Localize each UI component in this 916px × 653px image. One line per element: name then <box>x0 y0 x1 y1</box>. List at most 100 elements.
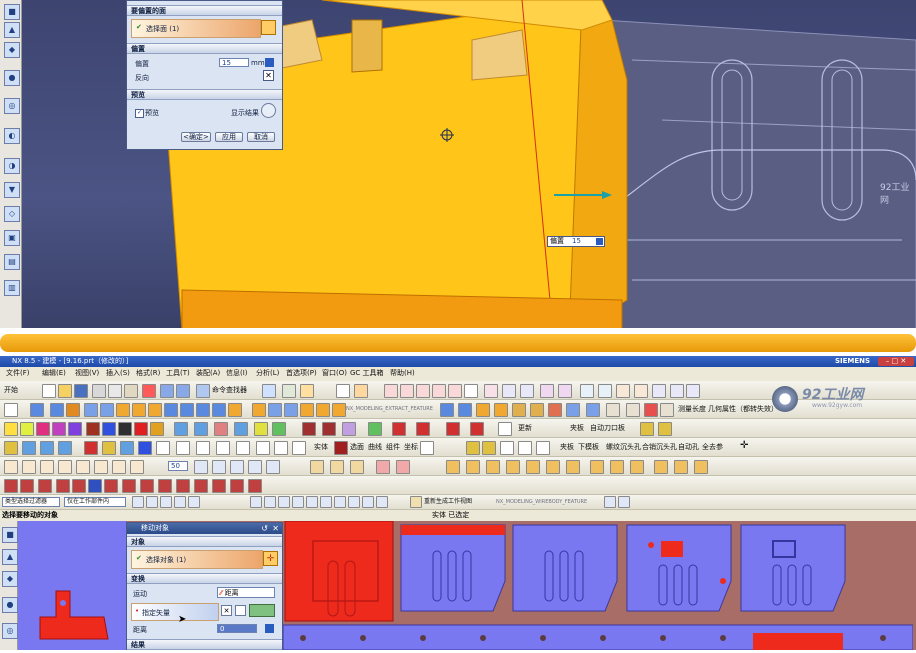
select-face-row[interactable]: ✔ 选择面 (1) <box>131 19 261 38</box>
curve-tool-1-icon[interactable] <box>4 460 18 474</box>
add-icon[interactable]: ✛ <box>740 440 748 452</box>
draw-tool-4-icon[interactable] <box>376 460 390 474</box>
revolve-icon[interactable] <box>50 403 64 417</box>
mold-tool-16-icon[interactable] <box>292 441 306 455</box>
draw-tool-2-icon[interactable] <box>330 460 344 474</box>
template-label[interactable]: 夹板 <box>570 422 584 434</box>
menu-file[interactable]: 文件(F) <box>6 367 30 380</box>
regen-view-label[interactable]: 重新生成工作视图 <box>424 496 472 508</box>
roles-icon[interactable]: ▼ <box>4 182 20 198</box>
paste-icon[interactable] <box>124 384 138 398</box>
curve-tool-7-icon[interactable] <box>112 460 126 474</box>
custom-tool-g-icon[interactable] <box>194 422 208 436</box>
custom-tool-s-icon[interactable] <box>470 422 484 436</box>
mold-tool-5-icon[interactable] <box>84 441 98 455</box>
arc-icon[interactable] <box>400 384 414 398</box>
custom-tool-c-icon[interactable] <box>118 422 132 436</box>
text-icon[interactable] <box>464 384 478 398</box>
custom-tool-k-icon[interactable] <box>272 422 286 436</box>
mold-std-1-icon[interactable] <box>446 460 460 474</box>
select-filter-1-icon[interactable] <box>132 496 144 508</box>
mold-std-10-icon[interactable] <box>630 460 644 474</box>
component-label[interactable]: 组件 <box>386 441 400 453</box>
history-icon[interactable]: ◐ <box>4 128 20 144</box>
point-icon[interactable] <box>580 384 594 398</box>
view-tool-2-icon[interactable] <box>212 460 226 474</box>
mold-std-13-icon[interactable] <box>694 460 708 474</box>
mold-std-7-icon[interactable] <box>566 460 580 474</box>
pattern-icon[interactable] <box>228 403 242 417</box>
part-tool-13-icon[interactable] <box>212 479 226 493</box>
part-tool-11-icon[interactable] <box>176 479 190 493</box>
snap-point-10-icon[interactable] <box>376 496 388 508</box>
coordinate-label[interactable]: 坐标 <box>404 441 418 453</box>
command-finder-icon[interactable] <box>196 384 210 398</box>
mirror-icon[interactable] <box>252 403 266 417</box>
project-curve-icon[interactable] <box>520 384 534 398</box>
snap-point-7-icon[interactable] <box>334 496 346 508</box>
replace-face-icon[interactable] <box>332 403 346 417</box>
mold-tool-6-icon[interactable] <box>102 441 116 455</box>
measure-length-label[interactable]: 测量长度 <box>678 403 706 415</box>
part-tool-3-icon[interactable] <box>38 479 52 493</box>
mold-std-3-icon[interactable] <box>486 460 500 474</box>
section-offset-header[interactable]: 偏置 <box>127 43 282 54</box>
linear-dim-icon[interactable] <box>606 403 620 417</box>
custom-tool-m-icon[interactable] <box>322 422 336 436</box>
assembly-navigator-icon[interactable]: ■ <box>4 4 20 20</box>
chamfer-icon[interactable] <box>164 403 178 417</box>
section-result-header[interactable]: 结果 <box>127 639 282 650</box>
join-curve-icon[interactable] <box>558 384 572 398</box>
touch-mode-icon[interactable] <box>300 384 314 398</box>
spinner-icon[interactable] <box>596 238 603 245</box>
part-tool-2-icon[interactable] <box>20 479 34 493</box>
radial-dim-icon[interactable] <box>626 403 640 417</box>
web-browser-icon[interactable]: ◎ <box>4 98 20 114</box>
snap-point-3-icon[interactable] <box>278 496 290 508</box>
show-result-magnifier-icon[interactable] <box>261 103 276 118</box>
reverse-direction-icon[interactable]: ✕ <box>263 70 274 81</box>
part-tool-6-icon[interactable] <box>88 479 102 493</box>
motion-select[interactable]: ⁄⁄ 距离 <box>217 587 275 598</box>
extract-feature-field[interactable]: NX_MODELING_EXTRACT_FEATURE <box>346 403 433 415</box>
menu-gc-toolbox[interactable]: GC 工具箱 <box>350 367 384 380</box>
menu-edit[interactable]: 编辑(E) <box>42 367 66 380</box>
sweep-icon[interactable] <box>316 403 330 417</box>
vector-dialog-icon[interactable] <box>235 605 246 616</box>
snap-point-6-icon[interactable] <box>320 496 332 508</box>
mold-tool-3-icon[interactable] <box>40 441 54 455</box>
snap-point-2-icon[interactable] <box>264 496 276 508</box>
part-tool-7-icon[interactable] <box>104 479 118 493</box>
mold-tool-18-icon[interactable] <box>482 441 496 455</box>
csys-icon[interactable] <box>420 441 434 455</box>
draft-icon[interactable] <box>196 403 210 417</box>
floating-offset-value[interactable]: 15 <box>572 237 581 246</box>
part-tool-9-icon[interactable] <box>140 479 154 493</box>
rectangle-icon[interactable] <box>416 384 430 398</box>
custom-tool-t-icon[interactable] <box>498 422 512 436</box>
curve-tool-4-icon[interactable] <box>58 460 72 474</box>
view-tool-5-icon[interactable] <box>266 460 280 474</box>
redo-icon[interactable] <box>176 384 190 398</box>
menu-tools[interactable]: 工具(T) <box>166 367 190 380</box>
mold-std-5-icon[interactable] <box>526 460 540 474</box>
reset-icon[interactable]: ↺ <box>261 523 268 534</box>
custom-tool-u-icon[interactable] <box>640 422 654 436</box>
auto-hole-label[interactable]: 自动孔 <box>678 441 699 453</box>
select-face-tool-label[interactable]: 选面 <box>350 441 364 453</box>
custom-tool-l-icon[interactable] <box>302 422 316 436</box>
mold-tool-10-icon[interactable] <box>176 441 190 455</box>
custom-tool-n-icon[interactable] <box>342 422 356 436</box>
mold-tool-4-icon[interactable] <box>58 441 72 455</box>
offset-spinner-icon[interactable] <box>265 58 274 67</box>
unite-icon[interactable] <box>100 403 114 417</box>
part-navigator-bottom-icon[interactable]: ◆ <box>2 571 18 587</box>
thicken-icon[interactable] <box>300 403 314 417</box>
custom-tool-e-icon[interactable] <box>150 422 164 436</box>
select-filter-2-icon[interactable] <box>146 496 158 508</box>
assembly-navigator-bottom-icon[interactable]: ■ <box>2 527 18 543</box>
section-transform-header[interactable]: 变换 <box>127 573 282 584</box>
ruler-icon[interactable] <box>660 403 674 417</box>
custom-tool-i-icon[interactable] <box>234 422 248 436</box>
mold-tool-15-icon[interactable] <box>274 441 288 455</box>
